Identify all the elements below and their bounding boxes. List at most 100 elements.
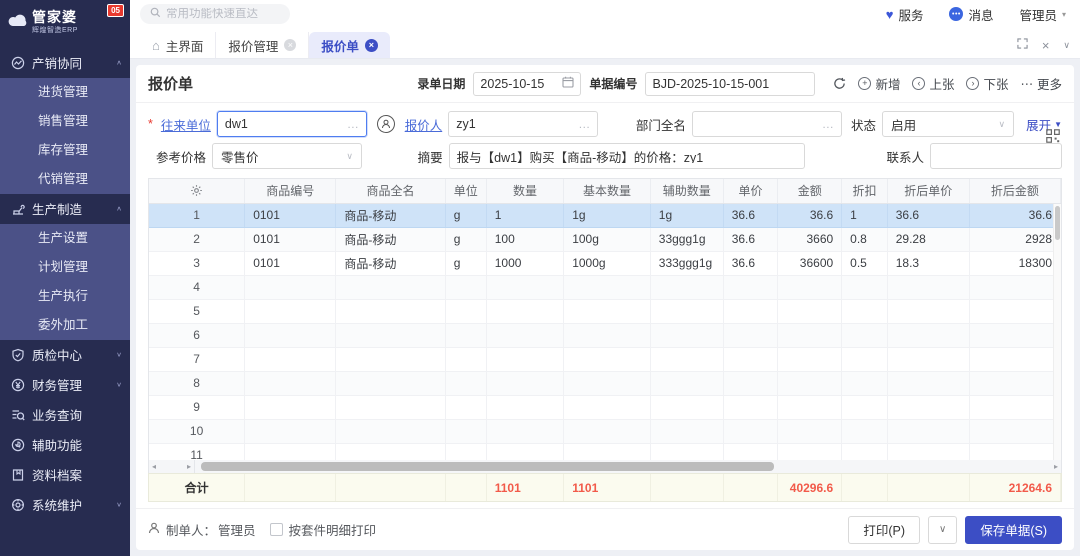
column-config-button[interactable] (149, 179, 245, 203)
cell[interactable] (969, 395, 1060, 419)
status-select[interactable]: 启用 ∨ (882, 111, 1014, 137)
quick-search[interactable] (140, 4, 290, 24)
table-row[interactable]: 8 (149, 371, 1061, 395)
cell[interactable] (336, 371, 445, 395)
search-input[interactable] (166, 8, 280, 20)
cell[interactable] (564, 299, 651, 323)
sidebar-item-prod-exec[interactable]: 生产执行 (0, 282, 130, 311)
col-header-unit-price[interactable]: 单价 (723, 179, 778, 203)
sidebar-section-query[interactable]: 业务查询 (0, 400, 130, 430)
cell[interactable] (245, 443, 336, 460)
number-field[interactable] (645, 72, 815, 96)
cell[interactable] (842, 371, 888, 395)
summary-field[interactable] (449, 143, 805, 169)
cell[interactable] (445, 371, 486, 395)
cell[interactable] (778, 371, 842, 395)
cell[interactable] (486, 323, 563, 347)
ref-price-select[interactable]: 零售价 ∨ (212, 143, 362, 169)
cell[interactable] (969, 275, 1060, 299)
cell[interactable] (486, 275, 563, 299)
cell[interactable] (564, 371, 651, 395)
cell[interactable] (969, 443, 1060, 460)
cell[interactable] (336, 443, 445, 460)
quoter-field[interactable]: … (448, 111, 598, 137)
date-input[interactable] (480, 77, 562, 91)
cell[interactable]: 1 (842, 203, 888, 227)
row-number[interactable]: 3 (149, 251, 245, 275)
contact-field[interactable] (930, 143, 1062, 169)
contact-input[interactable] (938, 149, 1054, 163)
cell[interactable]: 1000 (486, 251, 563, 275)
row-number[interactable]: 1 (149, 203, 245, 227)
number-input[interactable] (652, 77, 808, 91)
table-row[interactable]: 5 (149, 299, 1061, 323)
quoter-label-link[interactable]: 报价人 (405, 115, 443, 134)
quoter-input[interactable] (456, 117, 574, 131)
cell[interactable] (445, 395, 486, 419)
cell[interactable] (842, 275, 888, 299)
cell[interactable] (245, 299, 336, 323)
cell[interactable]: 1000g (564, 251, 651, 275)
row-number[interactable]: 6 (149, 323, 245, 347)
close-all-icon[interactable]: × (1042, 39, 1050, 52)
cell[interactable]: g (445, 203, 486, 227)
cell[interactable] (778, 443, 842, 460)
cell[interactable] (564, 275, 651, 299)
cell[interactable]: 36.6 (778, 203, 842, 227)
maximize-icon[interactable] (1017, 38, 1028, 52)
save-button[interactable]: 保存单据(S) (965, 516, 1062, 544)
cell[interactable]: 36600 (778, 251, 842, 275)
partner-field[interactable]: … (217, 111, 367, 137)
row-number[interactable]: 4 (149, 275, 245, 299)
col-header-product-code[interactable]: 商品编号 (245, 179, 336, 203)
cell[interactable]: 0101 (245, 203, 336, 227)
more-button[interactable]: ⋯ 更多 (1020, 74, 1062, 93)
cell[interactable] (486, 395, 563, 419)
cell[interactable] (445, 275, 486, 299)
cell[interactable] (723, 323, 778, 347)
cell[interactable] (486, 347, 563, 371)
cell[interactable] (564, 443, 651, 460)
cell[interactable]: 36.6 (723, 203, 778, 227)
cell[interactable]: 2928 (969, 227, 1060, 251)
cell[interactable] (486, 371, 563, 395)
table-row[interactable]: 4 (149, 275, 1061, 299)
table-row[interactable]: 9 (149, 395, 1061, 419)
scroll-right-icon[interactable]: ▸ (187, 462, 191, 471)
sidebar-item-prod-setup[interactable]: 生产设置 (0, 224, 130, 253)
col-header-aux-quantity[interactable]: 辅助数量 (650, 179, 723, 203)
print-by-kit-checkbox[interactable] (270, 523, 283, 536)
table-row[interactable]: 11 (149, 443, 1061, 460)
cell[interactable] (723, 299, 778, 323)
col-header-unit[interactable]: 单位 (445, 179, 486, 203)
cell[interactable] (650, 371, 723, 395)
cell[interactable] (723, 275, 778, 299)
cell[interactable] (723, 419, 778, 443)
row-number[interactable]: 5 (149, 299, 245, 323)
cell[interactable]: 36.6 (969, 203, 1060, 227)
ellipsis-icon[interactable]: … (347, 117, 359, 131)
brand-logo[interactable]: 管家婆 辉煌智造ERP 05 (0, 0, 130, 42)
cell[interactable] (778, 299, 842, 323)
frozen-scrollbar[interactable]: ◂ ▸ (149, 460, 195, 473)
sidebar-section-archive[interactable]: 资料档案 (0, 460, 130, 490)
cell[interactable] (650, 299, 723, 323)
date-field[interactable] (473, 72, 581, 96)
row-number[interactable]: 11 (149, 443, 245, 460)
cell[interactable] (245, 395, 336, 419)
sidebar-item-outsourcing[interactable]: 委外加工 (0, 311, 130, 340)
table-row[interactable]: 10 (149, 419, 1061, 443)
cell[interactable] (336, 275, 445, 299)
cell[interactable]: 36.6 (723, 227, 778, 251)
row-number[interactable]: 2 (149, 227, 245, 251)
cell[interactable]: 333ggg1g (650, 251, 723, 275)
tab-quote-mgmt[interactable]: 报价管理 × (216, 32, 309, 58)
new-button[interactable]: + 新增 (858, 74, 900, 93)
cell[interactable] (887, 419, 969, 443)
cell[interactable] (778, 347, 842, 371)
cell[interactable] (887, 395, 969, 419)
cell[interactable] (336, 395, 445, 419)
cell[interactable] (842, 443, 888, 460)
partner-input[interactable] (225, 117, 343, 131)
cell[interactable] (445, 323, 486, 347)
